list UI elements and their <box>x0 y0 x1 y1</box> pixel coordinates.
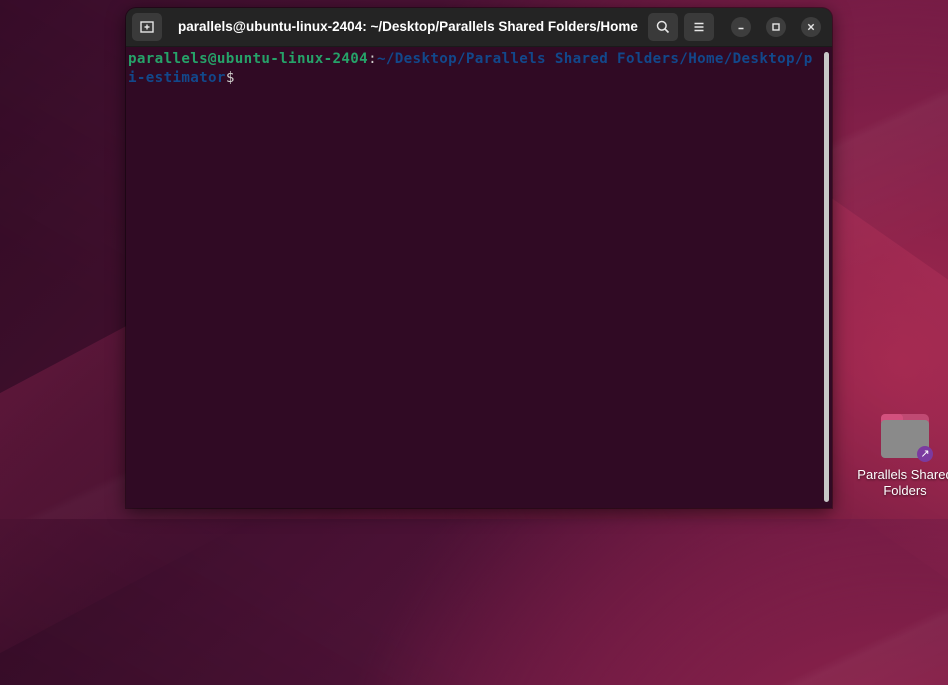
menu-button[interactable] <box>684 13 714 41</box>
maximize-button[interactable] <box>766 17 786 37</box>
window-title: parallels@ubuntu-linux-2404: ~/Desktop/P… <box>178 19 638 34</box>
desktop-icon-shared-folders[interactable]: ↗ Parallels Shared Folders <box>850 412 948 502</box>
close-icon <box>807 23 815 31</box>
symlink-badge-icon: ↗ <box>917 446 933 462</box>
minimize-button[interactable] <box>731 17 751 37</box>
terminal-area[interactable]: parallels@ubuntu-linux-2404:~/Desktop/Pa… <box>126 47 832 508</box>
prompt-separator: : <box>368 51 377 67</box>
minimize-icon <box>738 27 744 30</box>
desktop-icon-label: Parallels Shared Folders <box>857 467 948 498</box>
close-button[interactable] <box>801 17 821 37</box>
prompt-symbol: $ <box>225 70 235 86</box>
wallpaper-band <box>820 189 948 631</box>
maximize-icon <box>772 23 780 31</box>
search-button[interactable] <box>648 13 678 41</box>
scrollbar[interactable] <box>824 52 829 502</box>
folder-icon: ↗ <box>881 414 933 462</box>
new-tab-button[interactable] <box>132 13 162 41</box>
hamburger-menu-icon <box>694 22 704 32</box>
new-tab-icon <box>140 21 154 33</box>
search-icon <box>656 20 670 34</box>
terminal-output[interactable]: parallels@ubuntu-linux-2404:~/Desktop/Pa… <box>128 50 820 88</box>
title-bar[interactable]: parallels@ubuntu-linux-2404: ~/Desktop/P… <box>126 8 832 47</box>
terminal-window[interactable]: parallels@ubuntu-linux-2404: ~/Desktop/P… <box>126 8 832 508</box>
prompt-user-host: parallels@ubuntu-linux-2404 <box>128 51 369 67</box>
